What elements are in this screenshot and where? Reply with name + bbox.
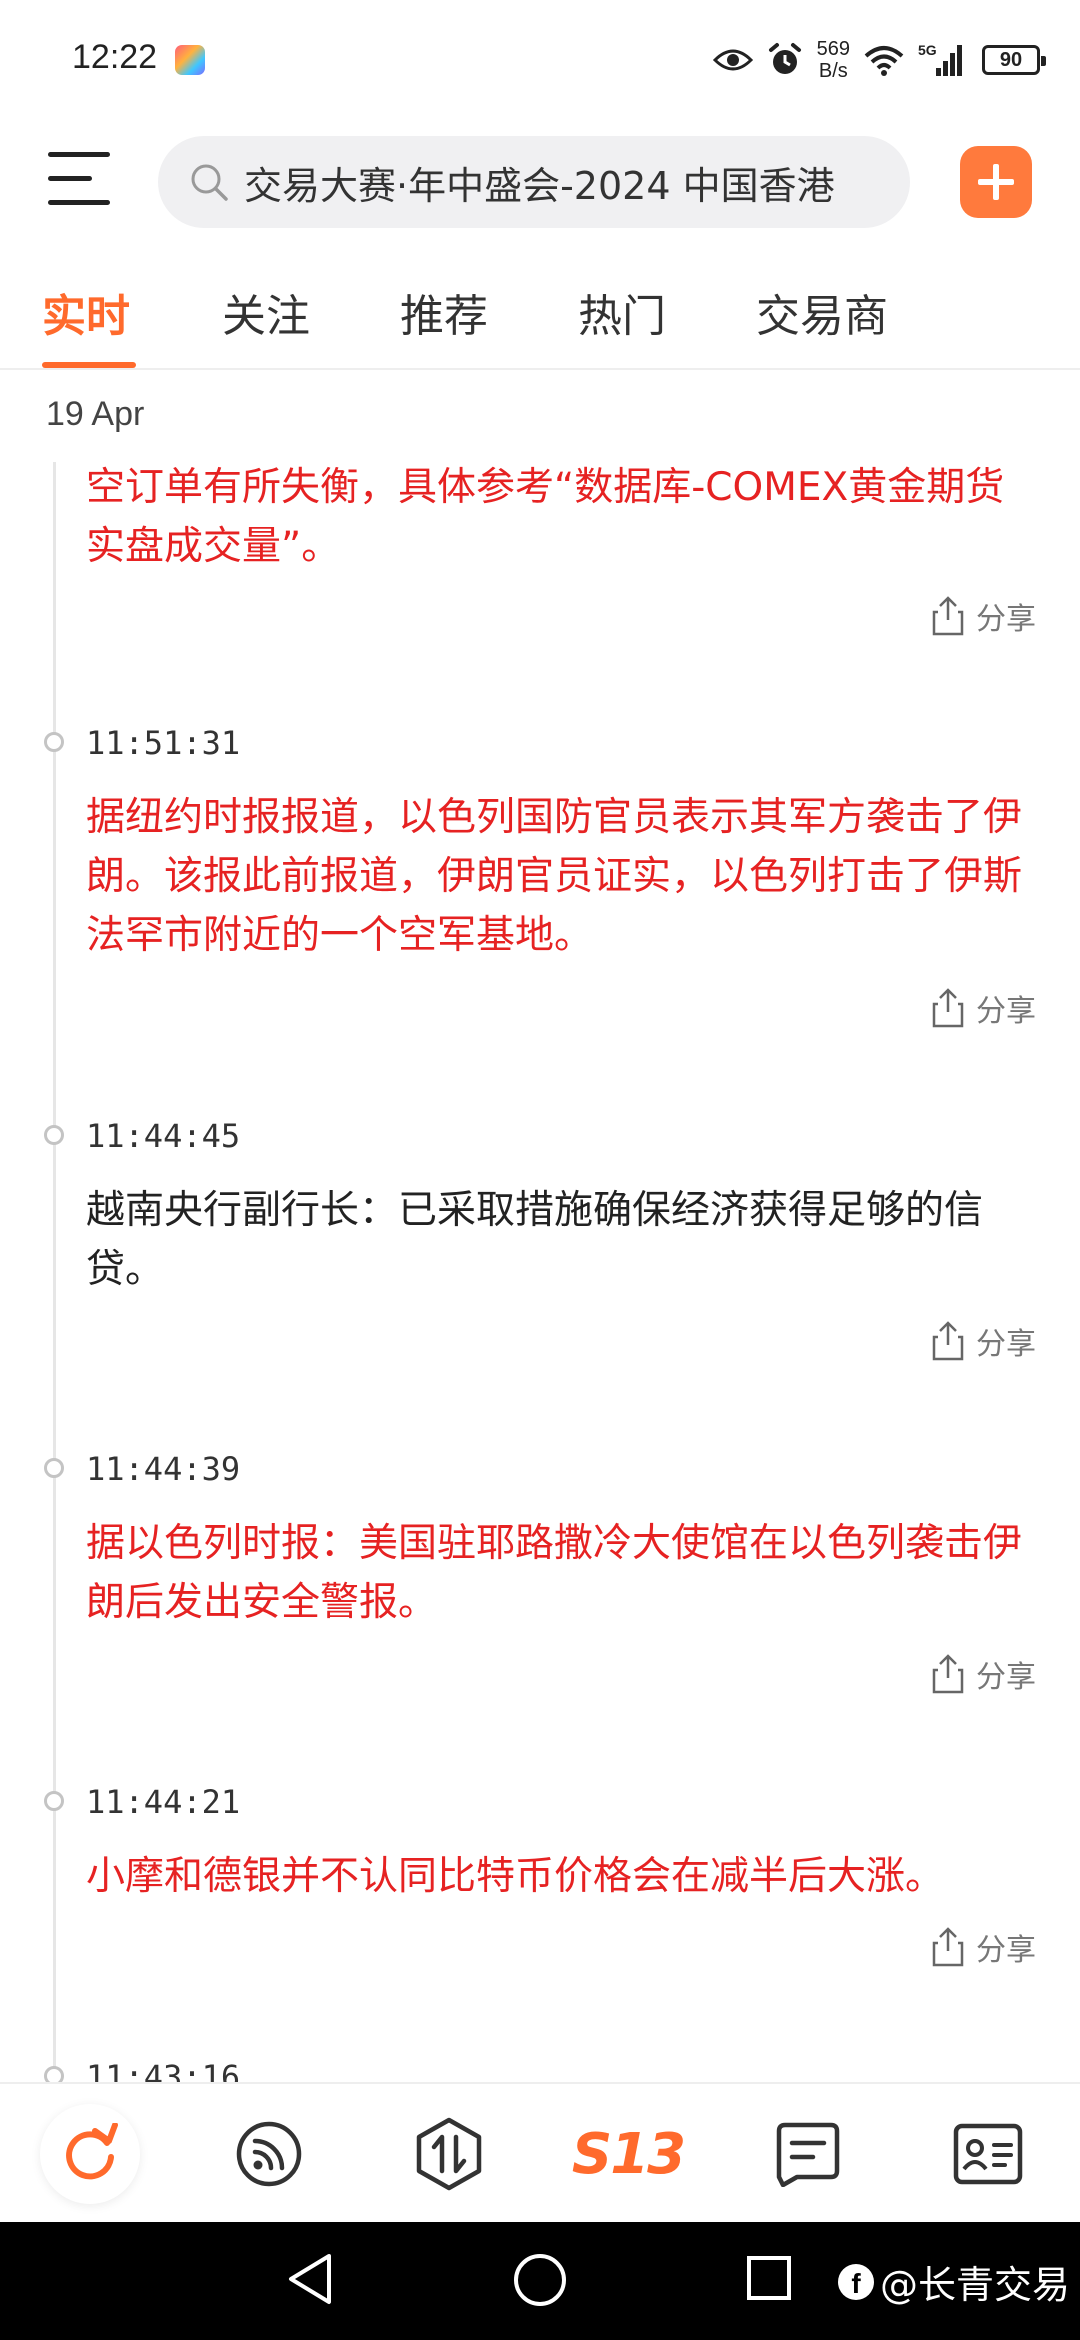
search-bar[interactable]: 交易大赛·年中盛会-2024 中国香港 <box>158 136 910 228</box>
system-nav-bar: f @长青交易 <box>0 2222 1080 2340</box>
profile-card-button[interactable] <box>938 2104 1038 2204</box>
signal-icon <box>936 45 962 76</box>
news-time: 11:44:45 <box>86 1117 241 1155</box>
s13-button[interactable]: S13 <box>572 2104 686 2204</box>
share-label: 分享 <box>976 1327 1036 1362</box>
timeline-dot <box>44 732 64 752</box>
share-label: 分享 <box>976 994 1036 1029</box>
alarm-icon <box>768 43 801 74</box>
bottom-nav: S13 <box>0 2082 1080 2222</box>
add-button[interactable] <box>960 146 1032 218</box>
news-time: 11:51:31 <box>86 724 241 762</box>
news-text: 据以色列时报：美国驻耶路撒冷大使馆在以色列袭击伊朗后发出安全警报。 <box>86 1521 1023 1625</box>
status-time: 12:22 <box>72 38 158 76</box>
active-tab-indicator <box>42 362 136 368</box>
search-input[interactable]: 交易大赛·年中盛会-2024 中国香港 <box>244 155 884 210</box>
eye-icon <box>712 49 753 71</box>
profile-card-icon <box>953 2123 1023 2185</box>
list-item[interactable]: 11:43:16 <box>0 2058 1080 2082</box>
wifi-icon <box>864 46 904 76</box>
status-icons: 569 B/s 5G 90 <box>712 30 1046 90</box>
news-time: 11:44:39 <box>86 1450 241 1488</box>
watermark-text: @长青交易 <box>879 2263 1070 2307</box>
status-bar: 12:22 569 B/s 5G 90 <box>0 0 1080 120</box>
refresh-icon <box>66 2123 118 2180</box>
recents-icon[interactable] <box>745 2254 793 2302</box>
cellular-signal: 5G <box>918 42 968 78</box>
share-button[interactable]: 分享 <box>932 594 1036 638</box>
net-speed-value: 569 <box>816 38 850 60</box>
search-icon <box>191 164 228 201</box>
share-button[interactable]: 分享 <box>932 986 1036 1030</box>
share-button[interactable]: 分享 <box>932 1652 1036 1696</box>
header: 交易大赛·年中盛会-2024 中国香港 <box>0 130 1080 240</box>
timeline-dot <box>44 2066 64 2082</box>
share-icon <box>932 1321 964 1361</box>
news-text: 小摩和德银并不认同比特币价格会在减半后大涨。 <box>86 1854 945 1899</box>
timeline-dot <box>44 1125 64 1145</box>
message-button[interactable] <box>758 2104 858 2204</box>
tab-bar: 实时 关注 推荐 热门 交易商 <box>0 270 1080 370</box>
message-icon <box>776 2122 840 2187</box>
share-icon <box>932 988 964 1028</box>
battery-indicator: 90 <box>982 45 1046 75</box>
news-text: 越南央行副行长：已采取措施确保经济获得足够的信贷。 <box>86 1188 984 1292</box>
share-label: 分享 <box>976 1933 1036 1968</box>
news-time: 11:43:16 <box>86 2058 241 2082</box>
menu-icon[interactable] <box>48 152 110 208</box>
tab-follow[interactable]: 关注 <box>222 280 310 344</box>
battery-level: 90 <box>999 48 1023 71</box>
news-text: 据纽约时报报道，以色列国防官员表示其军方袭击了伊朗。该报此前报道，伊朗官员证实，… <box>86 795 1023 958</box>
share-label: 分享 <box>976 602 1036 637</box>
feed-icon <box>236 2121 302 2187</box>
feed-button[interactable] <box>219 2104 319 2204</box>
watermark: f @长青交易 <box>837 2254 1070 2309</box>
tab-hot[interactable]: 热门 <box>578 280 666 344</box>
timeline-line <box>53 462 56 2082</box>
news-text: 空订单有所失衡，具体参考“数据库-COMEX黄金期货实盘成交量”。 <box>86 465 1005 569</box>
timeline-dot <box>44 1791 64 1811</box>
back-icon[interactable] <box>285 2252 335 2306</box>
facebook-icon: f <box>837 2263 874 2300</box>
net-speed-unit: B/s <box>818 60 848 82</box>
s13-logo: S13 <box>571 2121 686 2187</box>
feed-date: 19 Apr <box>46 395 145 433</box>
tab-recommend[interactable]: 推荐 <box>400 280 488 344</box>
net-speed: 569 B/s <box>817 38 850 82</box>
tab-realtime[interactable]: 实时 <box>42 280 130 344</box>
share-button[interactable]: 分享 <box>932 1319 1036 1363</box>
refresh-button[interactable] <box>40 2104 140 2204</box>
app-notification-icon <box>175 45 205 75</box>
trade-button[interactable] <box>399 2104 499 2204</box>
share-icon <box>932 596 964 636</box>
share-button[interactable]: 分享 <box>932 1925 1036 1969</box>
share-label: 分享 <box>976 1660 1036 1695</box>
trade-icon <box>416 2117 482 2191</box>
timeline-dot <box>44 1458 64 1478</box>
news-time: 11:44:21 <box>86 1783 241 1821</box>
tab-brokers[interactable]: 交易商 <box>756 280 888 344</box>
share-icon <box>932 1927 964 1967</box>
share-icon <box>932 1654 964 1694</box>
home-icon[interactable] <box>512 2252 568 2308</box>
